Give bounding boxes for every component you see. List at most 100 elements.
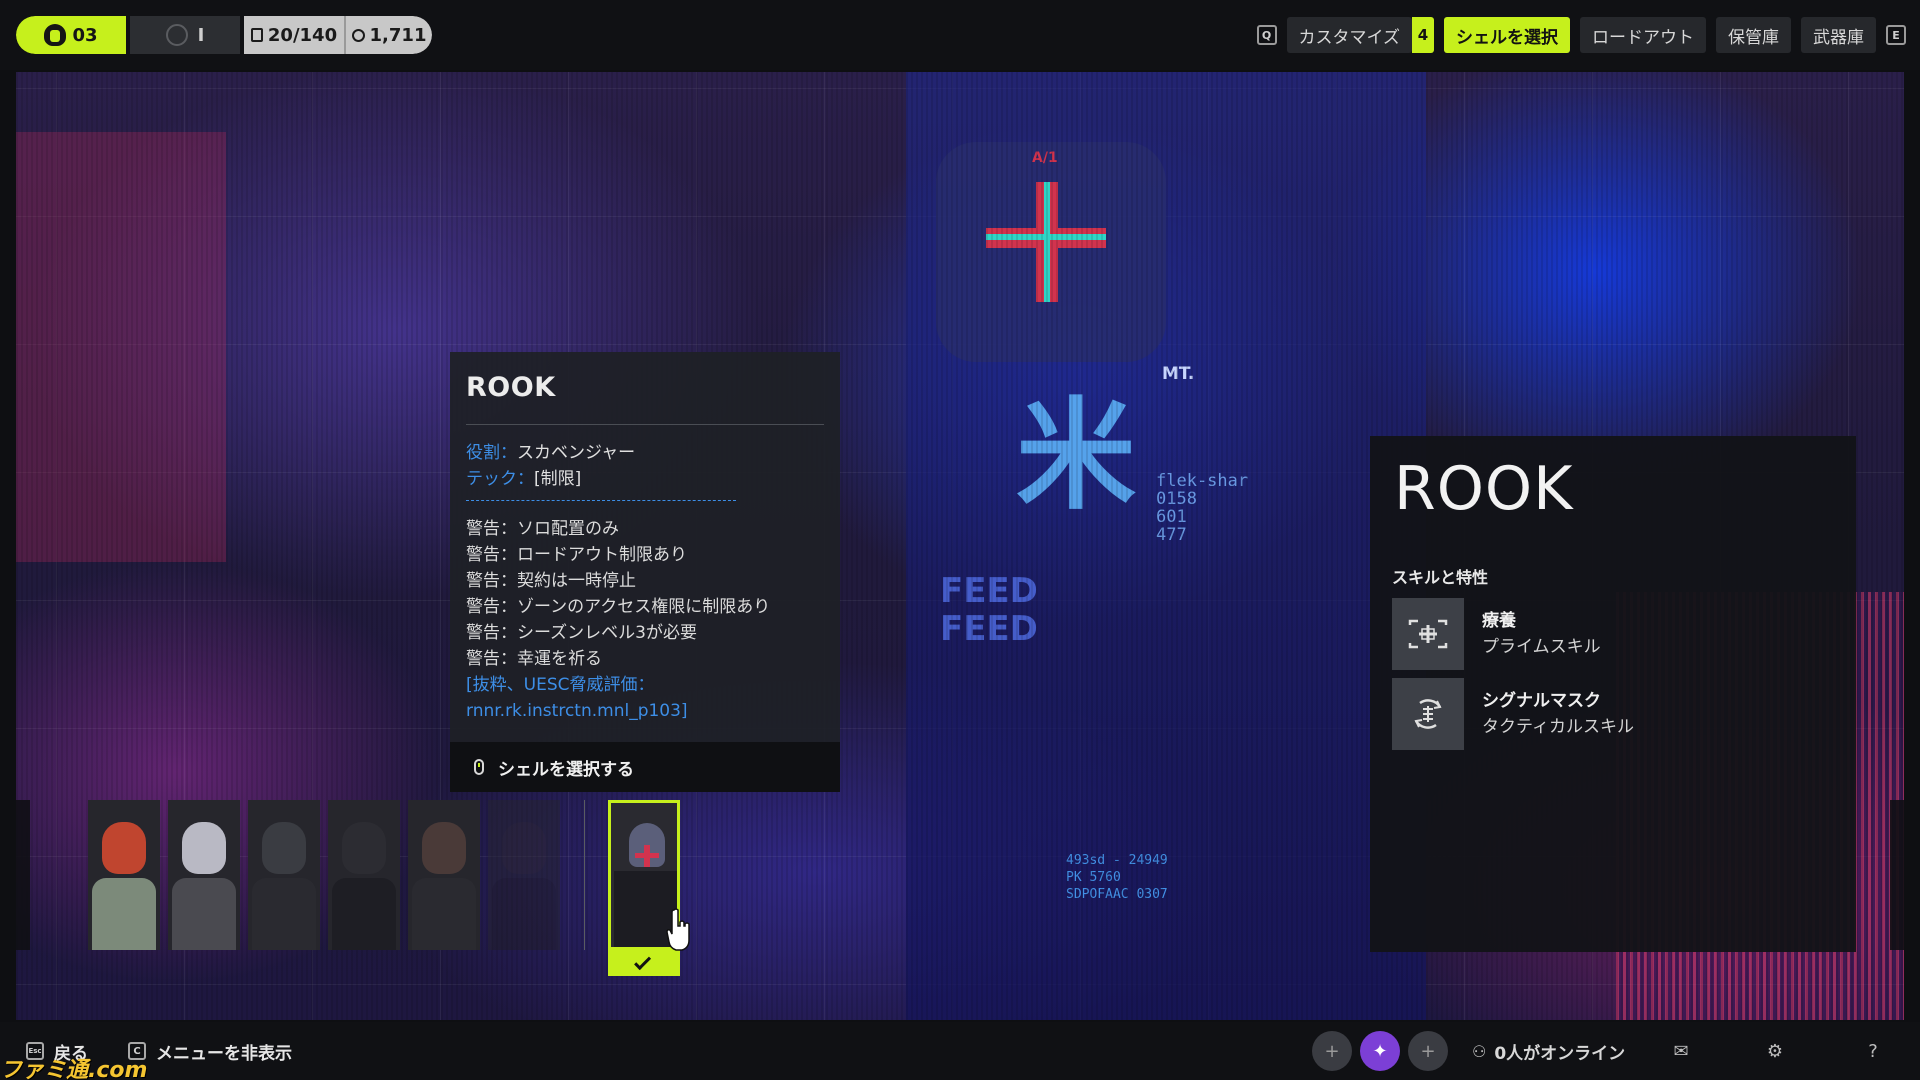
feed-line-2: FEED — [940, 609, 1038, 649]
shell-portrait[interactable] — [88, 800, 160, 950]
excerpt-line-2: rnnr.rk.instrctn.mnl_p103] — [466, 701, 688, 721]
shell-portrait[interactable] — [408, 800, 480, 950]
help-icon[interactable]: ? — [1862, 1040, 1884, 1062]
rook-portrait-cross-h — [635, 853, 659, 858]
warning-line: 警告：シーズンレベル3が必要 — [466, 623, 697, 643]
skill-type: タクティカルスキル — [1482, 717, 1634, 737]
gear-icon[interactable]: ⚙ — [1764, 1040, 1786, 1062]
portrait-body — [172, 878, 236, 950]
checkmark-icon — [634, 953, 652, 971]
tab-loadout[interactable]: ロードアウト — [1580, 17, 1706, 53]
hide-menu-button[interactable]: C メニューを非表示 — [128, 1022, 292, 1080]
skill-prime[interactable]: 療養 プライムスキル — [1392, 598, 1832, 670]
hide-menu-label: メニューを非表示 — [156, 1043, 292, 1064]
shell-list — [88, 800, 560, 950]
shell-portrait[interactable] — [488, 800, 560, 950]
mail-icon[interactable]: ✉ — [1670, 1040, 1692, 1062]
tab-vault[interactable]: 保管庫 — [1716, 17, 1791, 53]
tab-select-shell[interactable]: シェルを選択 — [1444, 17, 1570, 53]
strip-scroll-left[interactable] — [16, 800, 30, 950]
portrait-head — [502, 822, 546, 874]
invite-slot-left[interactable]: + — [1312, 1031, 1352, 1071]
rook-figure — [906, 72, 1426, 1020]
invite-slot-right[interactable]: + — [1408, 1031, 1448, 1071]
flek-line-2: 0158 — [1156, 489, 1197, 509]
portrait-head — [262, 822, 306, 874]
strip-scroll-right[interactable] — [1890, 800, 1904, 950]
tooltip-info: 役割：スカベンジャー テック：[制限] — [466, 440, 826, 492]
warning-line: 警告：ロードアウト制限あり — [466, 545, 687, 565]
player-rank: I — [130, 16, 240, 54]
shell-info-panel: ROOK スキルと特性 療養 プライムスキル シグナルマスク タクティカルスキル — [1370, 436, 1856, 952]
currency: 1,711 — [344, 16, 432, 54]
currency-value: 1,711 — [369, 24, 427, 46]
player-stats: 03 I 20/140 1,711 — [16, 16, 432, 54]
main-nav: Q カスタマイズ 4 シェルを選択 ロードアウト 保管庫 武器庫 E — [1256, 17, 1906, 53]
tech-value: [制限] — [534, 469, 582, 489]
helmet-cross-red-h — [986, 228, 1106, 248]
portrait-body — [252, 878, 316, 950]
online-friends[interactable]: ⚇ 0人がオンライン — [1472, 1022, 1625, 1080]
coin-icon — [351, 28, 365, 42]
flek-line-4: 477 — [1156, 525, 1187, 545]
rook-helmet — [936, 142, 1166, 362]
skill-name: 療養 — [1482, 611, 1516, 631]
helmet-cross-cyan-h — [986, 234, 1106, 240]
portrait-head — [422, 822, 466, 874]
nav-prev-key[interactable]: Q — [1256, 25, 1277, 45]
shell-portrait[interactable] — [168, 800, 240, 950]
tooltip-divider — [466, 424, 824, 425]
rank-ring-icon — [165, 24, 188, 46]
scene-glitch-left — [16, 132, 226, 562]
runner-icon — [44, 24, 67, 46]
player-avatar[interactable]: ✦ — [1360, 1031, 1400, 1071]
portrait-head — [342, 822, 386, 874]
excerpt-line-1: [抜粋、UESC脅威評価： — [466, 675, 655, 695]
code-text: 493sd - 24949 PK 5760 SDPOFAAC 0307 — [1066, 852, 1168, 903]
tab-customize[interactable]: カスタマイズ — [1286, 17, 1412, 53]
hand-cursor-icon — [666, 908, 690, 951]
player-level-value: 03 — [72, 24, 98, 46]
portrait-body — [412, 878, 476, 950]
feed-text: FEED FEED — [940, 572, 1038, 648]
feed-line-1: FEED — [940, 571, 1038, 611]
flek-line-3: 601 — [1156, 507, 1187, 527]
friends-icon: ⚇ — [1472, 1041, 1487, 1061]
warning-line: 警告：幸運を祈る — [466, 649, 602, 669]
tab-armory[interactable]: 武器庫 — [1801, 17, 1876, 53]
shell-portrait[interactable] — [248, 800, 320, 950]
inventory-count: 20/140 — [244, 16, 344, 54]
skills-section-title: スキルと特性 — [1392, 568, 1489, 587]
selected-check — [608, 950, 680, 976]
role-value: スカベンジャー — [517, 443, 636, 463]
skill-type: プライムスキル — [1482, 637, 1601, 657]
skill-tactical[interactable]: シグナルマスク タクティカルスキル — [1392, 678, 1832, 750]
tooltip-dashed-divider — [466, 500, 736, 501]
signal-mask-icon — [1392, 678, 1464, 750]
tooltip-warnings: 警告：ソロ配置のみ 警告：ロードアウト制限あり 警告：契約は一時停止 警告：ゾー… — [466, 516, 836, 724]
player-rank-value: I — [197, 24, 205, 46]
warning-line: 警告：ゾーンのアクセス権限に制限あり — [466, 597, 771, 617]
player-level: 03 — [16, 16, 126, 54]
code-line-1: 493sd - 24949 — [1066, 853, 1168, 868]
nav-next-key[interactable]: E — [1886, 25, 1906, 45]
select-shell-action[interactable]: シェルを選択する — [450, 742, 840, 792]
tech-label: テック： — [466, 469, 534, 489]
warning-line: 警告：ソロ配置のみ — [466, 519, 619, 539]
portrait-head — [102, 822, 146, 874]
chest-glyph: 米 — [1016, 387, 1136, 526]
warning-line: 警告：契約は一時停止 — [466, 571, 636, 591]
mouse-icon — [474, 759, 484, 775]
shell-portrait[interactable] — [328, 800, 400, 950]
top-bar: 03 I 20/140 1,711 Q カスタマイズ 4 シェルを選択 ロードア… — [0, 0, 1920, 70]
online-count: 0人がオンライン — [1494, 1043, 1626, 1064]
heal-icon — [1392, 598, 1464, 670]
skill-name: シグナルマスク — [1482, 691, 1601, 711]
role-label: 役割： — [466, 443, 517, 463]
shell-list-divider — [584, 800, 585, 950]
portrait-head — [182, 822, 226, 874]
code-line-3: SDPOFAAC 0307 — [1066, 887, 1168, 902]
watermark-logo: ファミ通.com — [0, 1058, 148, 1080]
code-line-2: PK 5760 — [1066, 870, 1121, 885]
bottom-bar: Esc 戻る C メニューを非表示 + ✦ + ⚇ 0人がオンライン ✉ ⚙ ? — [0, 1022, 1920, 1080]
